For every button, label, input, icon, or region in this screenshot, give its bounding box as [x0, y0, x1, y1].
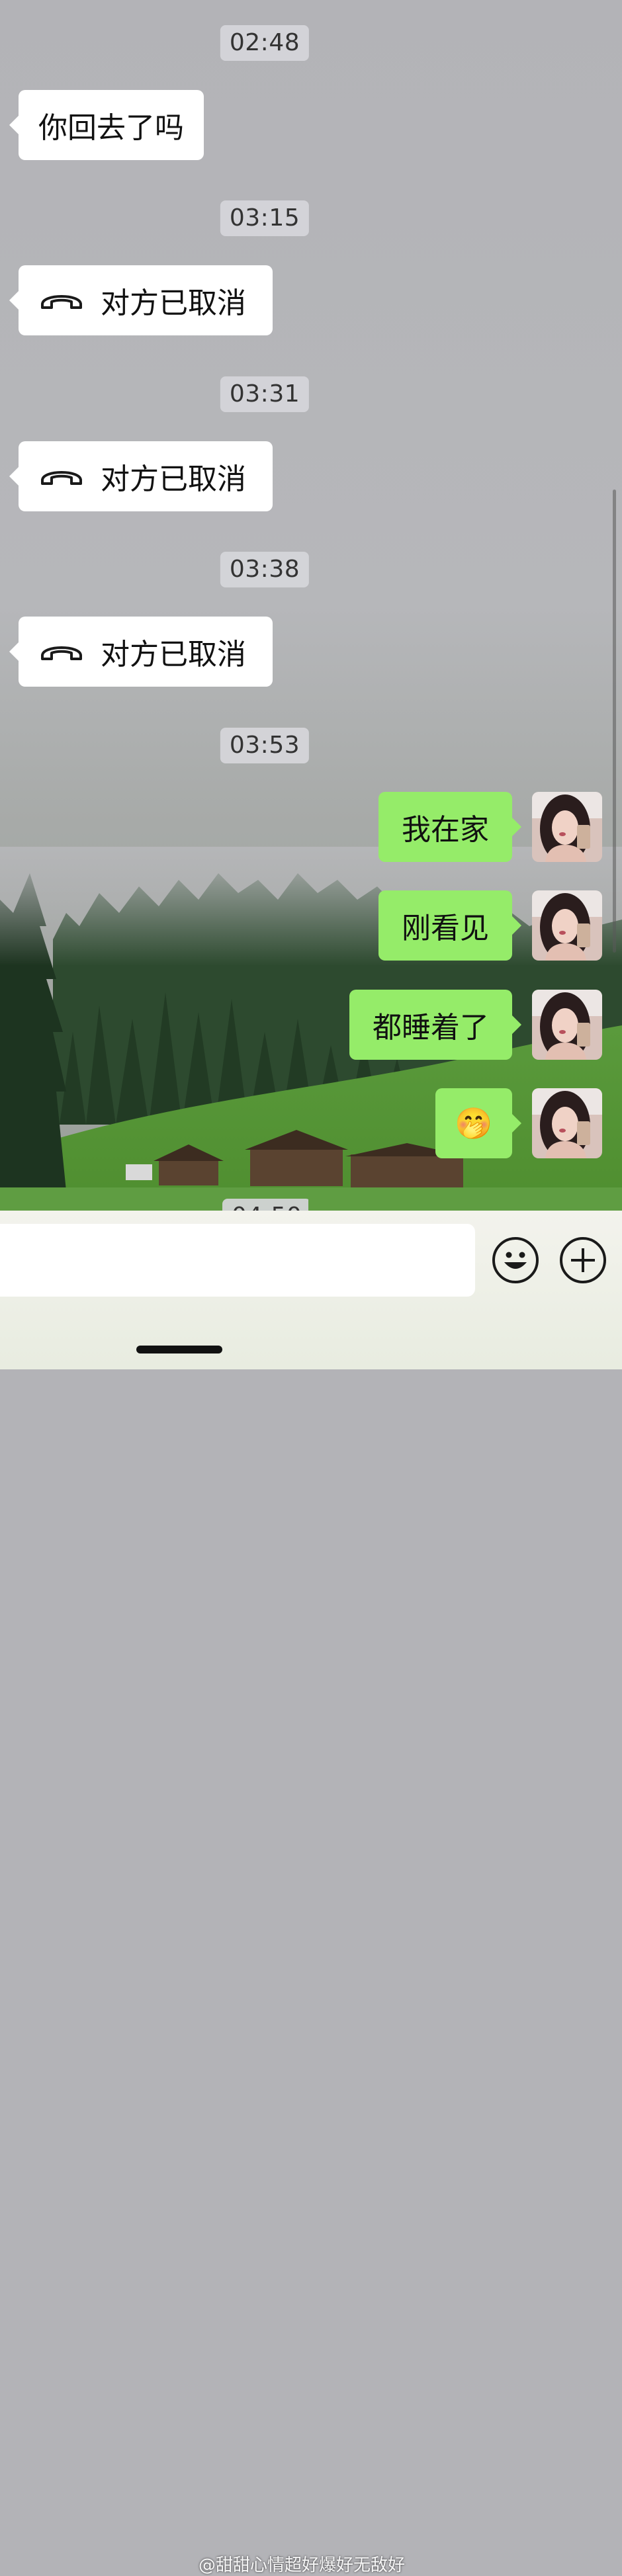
sent-message[interactable]: 我在家 [378, 792, 521, 862]
more-button[interactable] [560, 1237, 606, 1283]
sent-message[interactable]: 刚看见 [378, 890, 521, 961]
message-input[interactable] [0, 1224, 475, 1297]
emoji-button[interactable] [492, 1237, 539, 1283]
timestamp: 03:38 [220, 552, 310, 587]
timestamp-partial: 04:50 [222, 1199, 308, 1211]
laughing-emoji: 🤭 [455, 1105, 493, 1141]
message-text: 都睡着了 [373, 1011, 489, 1045]
message-text: 刚看见 [402, 912, 489, 945]
message-text: 对方已取消 [101, 462, 246, 496]
plus-circle-icon [571, 1248, 595, 1272]
chat-scrollbar[interactable] [613, 490, 616, 953]
message-text: 你回去了吗 [38, 111, 184, 145]
received-message[interactable]: 你回去了吗 [9, 90, 204, 160]
sent-emoji-message[interactable]: 🤭 [435, 1088, 521, 1158]
message-text: 我在家 [402, 813, 489, 847]
avatar[interactable] [532, 990, 602, 1060]
message-text: 对方已取消 [101, 286, 246, 320]
chat-wallpaper [0, 0, 622, 1211]
chat-input-bar: @甜甜心情超好爆好无敌好 [0, 1211, 622, 2575]
phone-hangup-icon [41, 471, 82, 485]
call-cancelled-message[interactable]: 对方已取消 [9, 265, 273, 335]
avatar[interactable] [532, 1088, 602, 1158]
message-text: 对方已取消 [101, 638, 246, 671]
sent-message[interactable]: 都睡着了 [349, 990, 521, 1060]
watermark: @甜甜心情超好爆好无敌好 [199, 2555, 406, 2575]
smiley-face-icon [504, 1252, 527, 1269]
avatar[interactable] [532, 890, 602, 961]
avatar[interactable] [532, 792, 602, 862]
timestamp: 04:50 [222, 1199, 308, 1211]
timestamp: 03:31 [220, 376, 310, 412]
phone-hangup-icon [41, 295, 82, 309]
call-cancelled-message[interactable]: 对方已取消 [9, 441, 273, 511]
timestamp: 03:15 [220, 200, 310, 236]
timestamp: 02:48 [220, 25, 310, 61]
home-indicator[interactable] [136, 1346, 222, 1353]
timestamp: 03:53 [220, 728, 310, 763]
call-cancelled-message[interactable]: 对方已取消 [9, 617, 273, 687]
phone-hangup-icon [41, 646, 82, 660]
